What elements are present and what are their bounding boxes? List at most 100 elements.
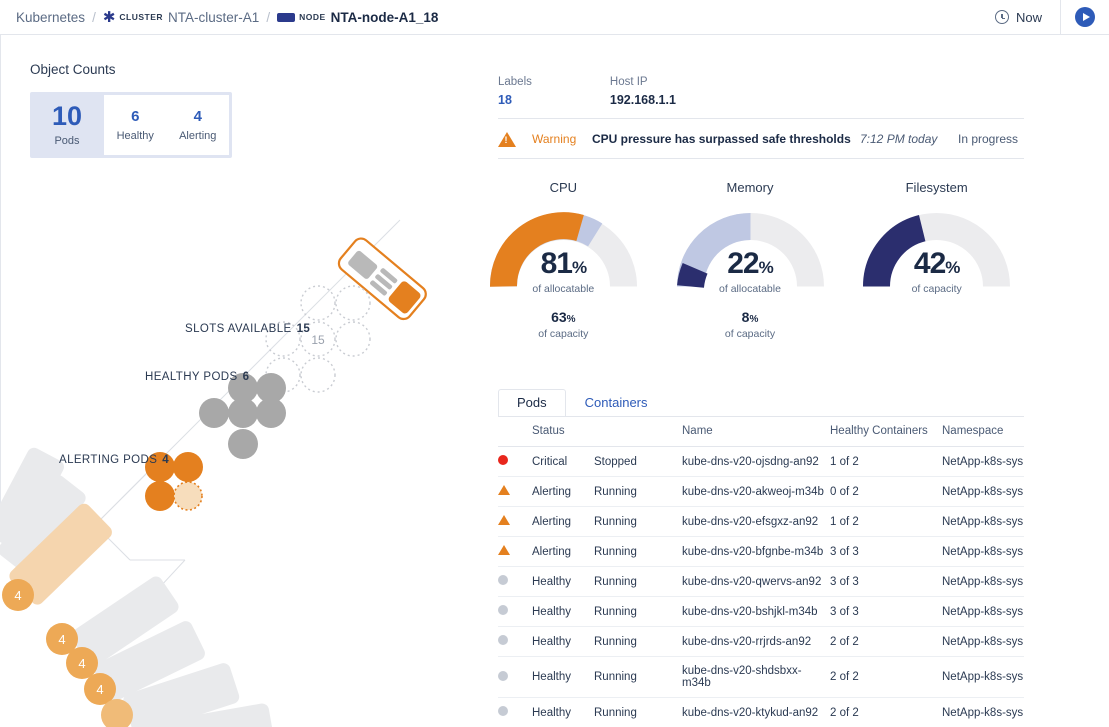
cell-name[interactable]: kube-dns-v20-ktykud-an92 (682, 698, 830, 727)
alert-state: In progress (958, 132, 1018, 146)
cell-status: Alerting (532, 477, 594, 507)
critical-dot-icon (498, 455, 508, 465)
table-row[interactable]: HealthyRunningkube-dns-v20-rrjrds-an922 … (498, 627, 1024, 657)
cell-status-icon (498, 597, 532, 627)
time-range-now-button[interactable]: Now (977, 10, 1060, 25)
cell-name[interactable]: kube-dns-v20-bfgnbe-m34b (682, 537, 830, 567)
play-button[interactable] (1061, 7, 1109, 27)
slots-badge-text: 15 (311, 333, 325, 347)
breadcrumb-node-kind: NODE (299, 12, 326, 22)
cell-name[interactable]: kube-dns-v20-qwervs-an92 (682, 567, 830, 597)
object-counts-title: Object Counts (30, 62, 116, 77)
svg-text:4: 4 (14, 588, 21, 603)
cell-namespace: NetApp-k8s-sys (942, 477, 1024, 507)
table-row[interactable]: HealthyRunningkube-dns-v20-qwervs-an923 … (498, 567, 1024, 597)
cell-name[interactable]: kube-dns-v20-shdsbxx-m34b (682, 657, 830, 698)
col-status[interactable]: Status (532, 417, 594, 447)
cell-name[interactable]: kube-dns-v20-efsgxz-an92 (682, 507, 830, 537)
table-row[interactable]: AlertingRunningkube-dns-v20-akweoj-m34b0… (498, 477, 1024, 507)
alert-row[interactable]: Warning CPU pressure has surpassed safe … (498, 126, 1024, 152)
cell-status-icon (498, 477, 532, 507)
cell-status-icon (498, 698, 532, 727)
pods-table-head: Status Name Healthy Containers Namespace (498, 417, 1024, 447)
alerting-count-value: 4 (194, 109, 202, 124)
breadcrumb-cluster-name[interactable]: NTA-cluster-A1 (168, 10, 259, 25)
cluster-topology-visualization[interactable]: 15 4 4 (0, 160, 470, 727)
breadcrumb-root[interactable]: Kubernetes (16, 10, 85, 25)
table-row[interactable]: HealthyRunningkube-dns-v20-shdsbxx-m34b2… (498, 657, 1024, 698)
alerting-count-label: Alerting (179, 130, 216, 142)
cell-status: Alerting (532, 507, 594, 537)
table-row[interactable]: HealthyRunningkube-dns-v20-bshjkl-m34b3 … (498, 597, 1024, 627)
cell-status-icon (498, 447, 532, 477)
object-counts-healthy[interactable]: 6 Healthy (104, 95, 167, 155)
cluster-asterisk-icon: ✱ (103, 10, 116, 25)
cell-namespace: NetApp-k8s-sys (942, 507, 1024, 537)
cell-run-state: Running (594, 507, 682, 537)
pods-table: Status Name Healthy Containers Namespace… (498, 417, 1024, 727)
meta-labels-value[interactable]: 18 (498, 93, 532, 107)
gauge-memory-value: 22% (673, 249, 828, 279)
cell-status-icon (498, 567, 532, 597)
object-counts-pods[interactable]: 10 Pods (30, 92, 104, 158)
table-header-row: Status Name Healthy Containers Namespace (498, 417, 1024, 447)
cell-run-state: Running (594, 657, 682, 698)
gauge-memory-sublabel: of allocatable (673, 283, 828, 295)
breadcrumb-separator-2: / (266, 10, 270, 25)
table-row[interactable]: AlertingRunningkube-dns-v20-efsgxz-an921… (498, 507, 1024, 537)
cell-healthy-containers: 3 of 3 (830, 567, 942, 597)
gauge-memory-secondary: 8% of capacity (725, 309, 775, 340)
healthy-pods-label: HEALTHY PODS6 (145, 371, 249, 383)
cell-name[interactable]: kube-dns-v20-bshjkl-m34b (682, 597, 830, 627)
gauge-memory-secondary-label: of capacity (725, 328, 775, 340)
tab-pods[interactable]: Pods (498, 389, 566, 416)
healthy-dot-icon (498, 635, 508, 645)
cell-status-icon (498, 627, 532, 657)
col-namespace[interactable]: Namespace (942, 417, 1024, 447)
gauge-filesystem-sublabel: of capacity (859, 283, 1014, 295)
col-name[interactable]: Name (682, 417, 830, 447)
healthy-dot-icon (498, 706, 508, 716)
object-counts-breakdown: 6 Healthy 4 Alerting (104, 95, 229, 155)
col-run-state (594, 417, 682, 447)
gauge-memory: Memory 22% of allocatable 8% of capacity (657, 180, 844, 340)
clock-icon (995, 10, 1009, 24)
healthy-pod-dots (199, 373, 286, 459)
cell-namespace: NetApp-k8s-sys (942, 447, 1024, 477)
node-detail-page: Kubernetes / ✱ CLUSTER NTA-cluster-A1 / … (0, 0, 1109, 727)
object-counts-alerting[interactable]: 4 Alerting (167, 95, 230, 155)
cell-name[interactable]: kube-dns-v20-akweoj-m34b (682, 477, 830, 507)
cell-status-icon (498, 657, 532, 698)
cell-status-icon (498, 507, 532, 537)
breadcrumb-node-name: NTA-node-A1_18 (331, 10, 439, 25)
warning-triangle-icon (498, 132, 516, 147)
gauge-memory-center: 22% of allocatable (673, 249, 828, 295)
cell-status: Healthy (532, 567, 594, 597)
meta-divider-bottom (498, 158, 1024, 159)
cell-healthy-containers: 3 of 3 (830, 537, 942, 567)
table-row[interactable]: AlertingRunningkube-dns-v20-bfgnbe-m34b3… (498, 537, 1024, 567)
alert-severity: Warning (532, 132, 592, 146)
table-row[interactable]: HealthyRunningkube-dns-v20-ktykud-an922 … (498, 698, 1024, 727)
gauge-filesystem-value: 42% (859, 249, 1014, 279)
alerting-triangle-icon (498, 485, 510, 495)
gauge-cpu: CPU 81% of allocatable 63% of capacity (470, 180, 657, 340)
breadcrumb-separator-1: / (92, 10, 96, 25)
breadcrumb-cluster-kind: CLUSTER (119, 12, 163, 22)
cell-run-state: Running (594, 567, 682, 597)
cell-name[interactable]: kube-dns-v20-rrjrds-an92 (682, 627, 830, 657)
table-row[interactable]: CriticalStoppedkube-dns-v20-ojsdng-an921… (498, 447, 1024, 477)
cell-status-icon (498, 537, 532, 567)
cell-namespace: NetApp-k8s-sys (942, 567, 1024, 597)
gauge-filesystem-arc: 42% of capacity (859, 209, 1014, 299)
tab-containers[interactable]: Containers (566, 389, 667, 416)
healthy-dot-icon (498, 605, 508, 615)
gauge-cpu-secondary-label: of capacity (538, 328, 588, 340)
selected-node-card[interactable] (336, 235, 429, 322)
gauge-filesystem: Filesystem 42% of capacity (843, 180, 1030, 340)
col-healthy-containers[interactable]: Healthy Containers (830, 417, 942, 447)
alerting-pods-label: ALERTING PODS4 (59, 454, 169, 466)
cell-name[interactable]: kube-dns-v20-ojsdng-an92 (682, 447, 830, 477)
meta-divider-top (498, 118, 1024, 119)
gauge-cpu-value: 81% (486, 249, 641, 279)
